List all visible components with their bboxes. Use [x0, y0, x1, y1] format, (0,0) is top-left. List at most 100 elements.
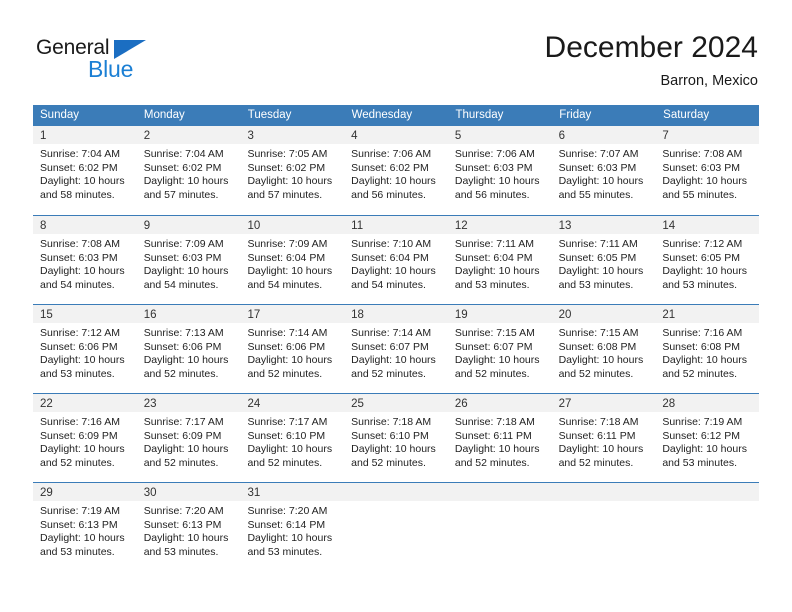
- day-cell[interactable]: 17 Sunrise: 7:14 AM Sunset: 6:06 PM Dayligh…: [240, 305, 345, 393]
- sunrise-text: Sunrise: 7:04 AM: [143, 148, 224, 160]
- day-details: [552, 501, 656, 505]
- sunset-text: Sunset: 6:08 PM: [558, 340, 637, 353]
- sunrise-text: Sunrise: 7:04 AM: [40, 148, 120, 160]
- daylight-text-line2: and 52 minutes.: [454, 456, 530, 469]
- day-cell[interactable]: 9 Sunrise: 7:09 AM Sunset: 6:03 PM Daylight…: [136, 216, 241, 304]
- day-details: Sunrise: 7:06 AM Sunset: 6:02 PM Daylight:…: [344, 144, 448, 202]
- day-cell-empty: [447, 483, 552, 571]
- day-cell-empty: [655, 483, 760, 571]
- day-cell[interactable]: 15 Sunrise: 7:12 AM Sunset: 6:06 PM Dayligh…: [33, 305, 137, 393]
- day-number: 2: [143, 130, 151, 142]
- daylight-text-line1: Daylight: 10 hours: [662, 354, 747, 367]
- day-cell[interactable]: 10 Sunrise: 7:09 AM Sunset: 6:04 PM Dayligh…: [240, 216, 345, 304]
- sunset-text: Sunset: 6:09 PM: [143, 429, 222, 442]
- daylight-text-line1: Daylight: 10 hours: [40, 354, 125, 367]
- day-cell[interactable]: 6 Sunrise: 7:07 AM Sunset: 6:03 PM Daylight…: [551, 126, 656, 215]
- daylight-text-line2: and 54 minutes.: [40, 278, 115, 291]
- day-cell[interactable]: 30 Sunrise: 7:20 AM Sunset: 6:13 PM Dayligh…: [136, 483, 241, 571]
- day-cell[interactable]: 13 Sunrise: 7:11 AM Sunset: 6:05 PM Dayligh…: [551, 216, 656, 304]
- day-number-band: [344, 483, 448, 501]
- day-details: Sunrise: 7:12 AM Sunset: 6:05 PM Daylight:…: [655, 234, 759, 292]
- daylight-text-line1: Daylight: 10 hours: [143, 532, 229, 545]
- daylight-text-line1: Daylight: 10 hours: [558, 175, 644, 188]
- day-number-band: 12: [447, 216, 552, 234]
- day-cell[interactable]: 4 Sunrise: 7:06 AM Sunset: 6:02 PM Daylight…: [344, 126, 448, 215]
- day-cell[interactable]: 23 Sunrise: 7:17 AM Sunset: 6:09 PM Dayligh…: [136, 394, 241, 482]
- day-cell[interactable]: 29 Sunrise: 7:19 AM Sunset: 6:13 PM Dayligh…: [33, 483, 137, 571]
- day-cell[interactable]: 26 Sunrise: 7:18 AM Sunset: 6:11 PM Dayligh…: [447, 394, 552, 482]
- day-cell[interactable]: 7 Sunrise: 7:08 AM Sunset: 6:03 PM Daylight…: [655, 126, 760, 215]
- daylight-text-line2: and 52 minutes.: [454, 367, 530, 380]
- day-cell[interactable]: 24 Sunrise: 7:17 AM Sunset: 6:10 PM Dayligh…: [240, 394, 345, 482]
- day-cell[interactable]: 8 Sunrise: 7:08 AM Sunset: 6:03 PM Daylight…: [33, 216, 137, 304]
- day-cell[interactable]: 1 Sunrise: 7:04 AM Sunset: 6:02 PM Daylight…: [33, 126, 137, 215]
- day-number: 19: [454, 309, 468, 321]
- day-cell[interactable]: 27 Sunrise: 7:18 AM Sunset: 6:11 PM Dayligh…: [551, 394, 656, 482]
- daylight-text-line2: and 52 minutes.: [143, 456, 219, 469]
- daylight-text-line1: Daylight: 10 hours: [351, 265, 436, 278]
- day-number: 8: [40, 220, 47, 232]
- day-number: 4: [351, 130, 358, 142]
- sunrise-text: Sunrise: 7:11 AM: [454, 238, 535, 250]
- day-cell[interactable]: 3 Sunrise: 7:05 AM Sunset: 6:02 PM Daylight…: [240, 126, 345, 215]
- weekday-header-tuesday: Tuesday: [239, 105, 344, 126]
- sunset-text: Sunset: 6:06 PM: [247, 340, 326, 353]
- day-number-band: 5: [447, 126, 552, 144]
- daylight-text-line2: and 53 minutes.: [662, 456, 738, 469]
- day-number-band: 6: [551, 126, 656, 144]
- daylight-text-line2: and 52 minutes.: [247, 367, 323, 380]
- sunrise-text: Sunrise: 7:10 AM: [351, 238, 432, 250]
- day-number: 25: [351, 398, 364, 410]
- sunset-text: Sunset: 6:03 PM: [143, 251, 222, 264]
- calendar-week-row: 29 Sunrise: 7:19 AM Sunset: 6:13 PM Dayligh…: [33, 482, 760, 571]
- day-number: 3: [247, 130, 254, 142]
- sunrise-text: Sunrise: 7:05 AM: [247, 148, 328, 160]
- daylight-text-line1: Daylight: 10 hours: [247, 265, 333, 278]
- weekday-header-friday: Friday: [551, 105, 655, 126]
- day-cell[interactable]: 2 Sunrise: 7:04 AM Sunset: 6:02 PM Daylight…: [136, 126, 241, 215]
- day-cell[interactable]: 21 Sunrise: 7:16 AM Sunset: 6:08 PM Dayligh…: [655, 305, 760, 393]
- day-details: Sunrise: 7:12 AM Sunset: 6:06 PM Daylight:…: [33, 323, 137, 381]
- day-details: Sunrise: 7:18 AM Sunset: 6:11 PM Daylight:…: [552, 412, 656, 470]
- day-number-band: 10: [240, 216, 345, 234]
- day-details: Sunrise: 7:04 AM Sunset: 6:02 PM Daylight:…: [33, 144, 137, 202]
- daylight-text-line1: Daylight: 10 hours: [351, 443, 436, 456]
- day-cell[interactable]: 5 Sunrise: 7:06 AM Sunset: 6:03 PM Daylight…: [447, 126, 552, 215]
- daylight-text-line2: and 58 minutes.: [40, 188, 115, 201]
- daylight-text-line2: and 52 minutes.: [143, 367, 219, 380]
- day-cell[interactable]: 19 Sunrise: 7:15 AM Sunset: 6:07 PM Dayligh…: [447, 305, 552, 393]
- logo-text-blue: Blue: [88, 56, 134, 82]
- day-details: Sunrise: 7:14 AM Sunset: 6:07 PM Daylight:…: [344, 323, 448, 381]
- weekday-header-thursday: Thursday: [447, 105, 551, 126]
- day-cell[interactable]: 22 Sunrise: 7:16 AM Sunset: 6:09 PM Dayligh…: [33, 394, 137, 482]
- day-cell[interactable]: 11 Sunrise: 7:10 AM Sunset: 6:04 PM Dayligh…: [344, 216, 448, 304]
- day-number: 23: [143, 398, 157, 410]
- day-cell[interactable]: 28 Sunrise: 7:19 AM Sunset: 6:12 PM Dayligh…: [655, 394, 760, 482]
- general-blue-logo[interactable]: General Blue: [36, 36, 166, 84]
- day-cell[interactable]: 18 Sunrise: 7:14 AM Sunset: 6:07 PM Dayligh…: [344, 305, 448, 393]
- day-cell[interactable]: 16 Sunrise: 7:13 AM Sunset: 6:06 PM Dayligh…: [136, 305, 241, 393]
- sunrise-text: Sunrise: 7:09 AM: [143, 238, 224, 250]
- daylight-text-line1: Daylight: 10 hours: [454, 175, 540, 188]
- day-cell[interactable]: 20 Sunrise: 7:15 AM Sunset: 6:08 PM Dayligh…: [551, 305, 656, 393]
- calendar-week-row: 15 Sunrise: 7:12 AM Sunset: 6:06 PM Dayligh…: [33, 304, 760, 393]
- sunset-text: Sunset: 6:05 PM: [662, 251, 740, 264]
- daylight-text-line2: and 54 minutes.: [351, 278, 426, 291]
- sunrise-text: Sunrise: 7:18 AM: [351, 416, 432, 428]
- daylight-text-line2: and 57 minutes.: [247, 188, 323, 201]
- sunrise-text: Sunrise: 7:17 AM: [247, 416, 328, 428]
- day-number: 30: [143, 487, 157, 499]
- title-block: December 2024 Barron, Mexico: [545, 30, 758, 91]
- page-header: General Blue December 2024 Barron, Mexic…: [0, 0, 792, 100]
- daylight-text-line2: and 53 minutes.: [247, 545, 323, 558]
- day-cell[interactable]: 14 Sunrise: 7:12 AM Sunset: 6:05 PM Dayligh…: [655, 216, 760, 304]
- day-cell[interactable]: 25 Sunrise: 7:18 AM Sunset: 6:10 PM Dayligh…: [344, 394, 448, 482]
- calendar-page: General Blue December 2024 Barron, Mexic…: [0, 0, 792, 612]
- day-number: 9: [143, 220, 151, 232]
- day-details: Sunrise: 7:16 AM Sunset: 6:08 PM Daylight:…: [655, 323, 759, 381]
- sunset-text: Sunset: 6:04 PM: [247, 251, 326, 264]
- day-cell[interactable]: 31 Sunrise: 7:20 AM Sunset: 6:14 PM Dayligh…: [240, 483, 345, 571]
- day-cell[interactable]: 12 Sunrise: 7:11 AM Sunset: 6:04 PM Dayligh…: [447, 216, 552, 304]
- daylight-text-line2: and 53 minutes.: [143, 545, 219, 558]
- day-number: 16: [143, 309, 157, 321]
